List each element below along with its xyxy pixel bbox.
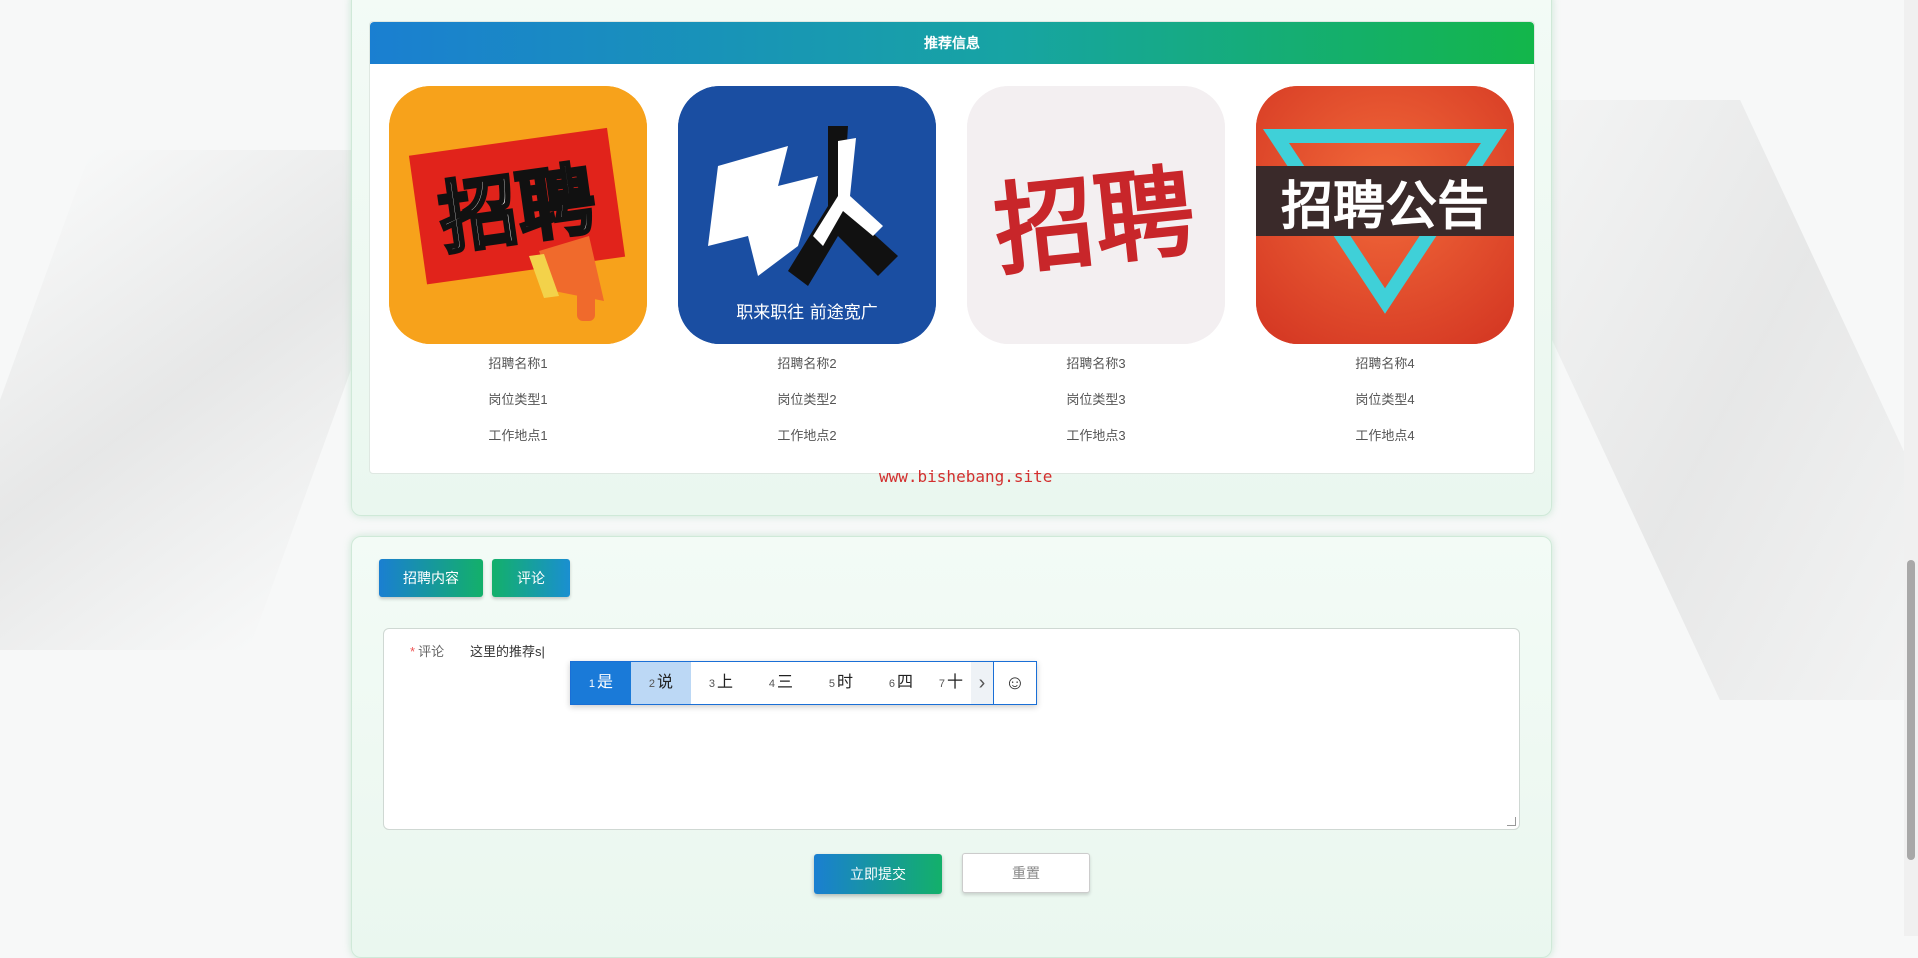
recommend-name[interactable]: 招聘名称4 — [1256, 346, 1514, 382]
recommend-image[interactable]: 招聘公告 — [1256, 86, 1514, 344]
recommend-image[interactable]: 招聘 — [389, 86, 647, 344]
recommend-name[interactable]: 招聘名称3 — [967, 346, 1225, 382]
comment-input-value[interactable]: 这里的推荐s| — [470, 641, 545, 660]
ime-candidate-word: 上 — [717, 674, 734, 691]
recommend-type: 岗位类型1 — [488, 392, 548, 407]
recommend-location: 工作地点2 — [777, 428, 837, 443]
chevron-right-icon[interactable]: › — [971, 662, 993, 704]
watermark-link: www.bishebang.site — [879, 467, 1053, 486]
ime-candidate-bar: 1是 2说 3上 4三 5时 6四 7十 › ☺ — [570, 661, 1037, 705]
recommend-title: 推荐信息 — [370, 22, 1534, 64]
submit-button[interactable]: 立即提交 — [814, 854, 942, 894]
required-mark: * — [410, 644, 416, 659]
scrollbar-thumb[interactable] — [1907, 560, 1915, 860]
tab-recruit-content[interactable]: 招聘内容 — [379, 559, 483, 597]
recommend-location: 工作地点3 — [1066, 428, 1126, 443]
recommend-type: 岗位类型2 — [777, 392, 837, 407]
tab-comment[interactable]: 评论 — [492, 559, 570, 597]
recommend-image-text: 招聘 — [989, 152, 1200, 290]
ime-candidate-number: 5 — [828, 678, 836, 690]
ime-candidate-word: 四 — [897, 674, 914, 691]
recommend-type: 岗位类型4 — [1355, 392, 1415, 407]
comment-label: * 评论 — [410, 641, 444, 660]
comment-textarea[interactable]: * 评论 这里的推荐s| 1是 2说 3上 4三 5时 6四 7十 › ☺ — [383, 628, 1520, 830]
recommend-type: 岗位类型3 — [1066, 392, 1126, 407]
page-scrollbar[interactable] — [1904, 0, 1918, 936]
ime-candidate-word: 说 — [657, 674, 674, 691]
recommend-image[interactable]: 招聘 — [967, 86, 1225, 344]
ime-candidate-number: 6 — [888, 678, 896, 690]
recommend-card[interactable]: 招聘 招聘名称1 岗位类型1 工作地点1 — [389, 86, 647, 454]
ime-candidate[interactable]: 2说 — [631, 662, 691, 704]
recommend-image[interactable]: 职来职往 前途宽广 — [678, 86, 936, 344]
ime-candidate-word: 是 — [597, 674, 614, 691]
ime-candidate[interactable]: 5时 — [811, 662, 871, 704]
ime-candidate-number: 2 — [648, 678, 656, 690]
ime-candidate-word: 三 — [777, 674, 794, 691]
resize-handle[interactable] — [1507, 817, 1516, 826]
ime-candidate[interactable]: 3上 — [691, 662, 751, 704]
ime-candidate[interactable]: 4三 — [751, 662, 811, 704]
recommend-list: 招聘 招聘名称1 岗位类型1 工作地点1 职来职往 前途宽广 招聘名称2 岗位类… — [389, 86, 1519, 466]
recommend-location: 工作地点1 — [488, 428, 548, 443]
ime-candidate[interactable]: 6四 — [871, 662, 931, 704]
ime-candidate[interactable]: 1是 — [571, 662, 631, 704]
comment-panel: 招聘内容 评论 * 评论 这里的推荐s| 1是 2说 3上 4三 5时 6四 7十… — [351, 536, 1552, 958]
comment-label-text: 评论 — [418, 644, 445, 659]
recommend-card[interactable]: 职来职往 前途宽广 招聘名称2 岗位类型2 工作地点2 — [678, 86, 936, 454]
recommend-name[interactable]: 招聘名称2 — [678, 346, 936, 382]
recommend-image-text: 职来职往 前途宽广 — [736, 303, 877, 323]
recommend-card[interactable]: 招聘公告 招聘名称4 岗位类型4 工作地点4 — [1256, 86, 1514, 454]
ime-candidate-number: 3 — [708, 678, 716, 690]
recommend-box: 推荐信息 招聘 招聘名称1 岗位类型1 工作地点1 职来职往 前途宽广 招聘名称… — [369, 21, 1535, 474]
recommend-location: 工作地点4 — [1355, 428, 1415, 443]
ime-candidate[interactable]: 7十 — [931, 662, 971, 704]
ime-candidate-word: 十 — [947, 674, 964, 691]
reset-button[interactable]: 重置 — [962, 853, 1090, 893]
ime-candidate-number: 7 — [938, 678, 946, 690]
recommend-panel: 推荐信息 招聘 招聘名称1 岗位类型1 工作地点1 职来职往 前途宽广 招聘名称… — [351, 0, 1552, 516]
emoji-icon[interactable]: ☺ — [993, 662, 1036, 704]
recommend-card[interactable]: 招聘 招聘名称3 岗位类型3 工作地点3 — [967, 86, 1225, 454]
recommend-image-text: 招聘公告 — [1281, 177, 1489, 237]
ime-candidate-word: 时 — [837, 674, 854, 691]
ime-candidate-number: 1 — [588, 678, 596, 690]
ime-candidate-number: 4 — [768, 678, 776, 690]
recommend-name[interactable]: 招聘名称1 — [389, 346, 647, 382]
